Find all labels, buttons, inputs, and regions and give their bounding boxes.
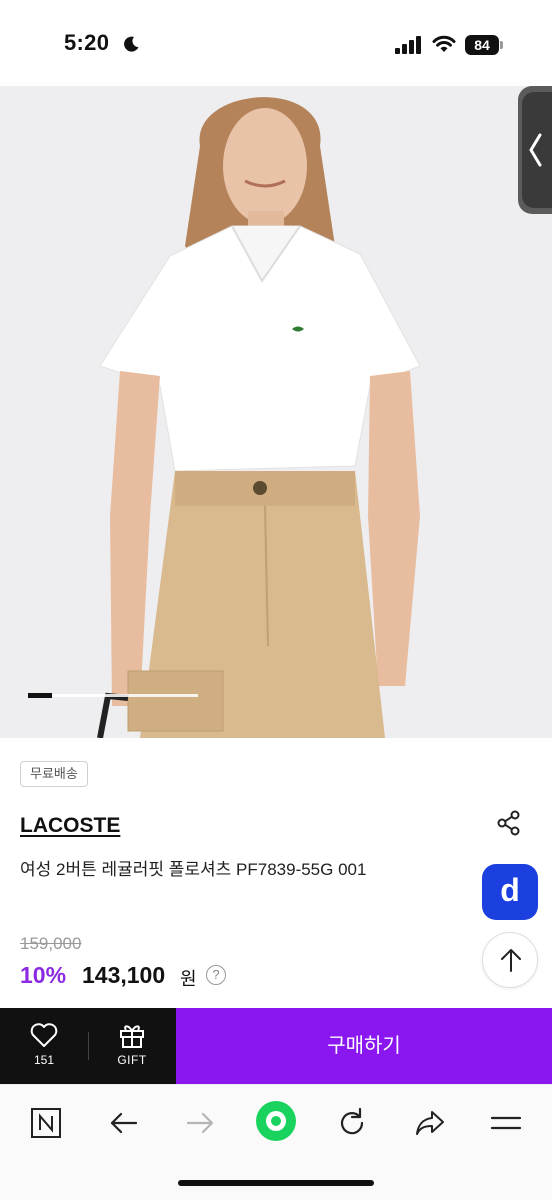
menu-icon[interactable] xyxy=(488,1105,524,1141)
product-page: 5:20 84 무료배송 LACOSTE 여성 2버튼 레귤러핏 폴로셔츠 PF… xyxy=(0,0,552,1200)
back-arrow-icon[interactable] xyxy=(106,1105,142,1141)
original-price: 159,000 xyxy=(20,934,82,953)
sale-price: 143,100 xyxy=(82,962,166,988)
share-icon[interactable] xyxy=(494,808,524,838)
help-icon[interactable]: ? xyxy=(206,965,226,985)
carousel-progress-track xyxy=(28,694,198,697)
app-launch-button[interactable]: d xyxy=(482,864,538,920)
cellular-signal-icon xyxy=(395,36,421,54)
battery-indicator: 84 xyxy=(465,35,503,55)
action-divider xyxy=(88,1032,89,1060)
battery-tip xyxy=(500,41,503,49)
discount-rate: 10% xyxy=(20,962,67,988)
brand-link[interactable]: LACOSTE xyxy=(20,814,120,838)
moon-icon xyxy=(124,36,139,52)
home-indicator xyxy=(178,1180,374,1186)
carousel-progress-fill xyxy=(28,693,52,698)
gift-button[interactable]: GIFT xyxy=(102,1022,162,1078)
home-icon[interactable] xyxy=(256,1101,296,1141)
status-bar: 5:20 84 xyxy=(0,0,552,86)
wifi-icon xyxy=(432,35,456,52)
battery-level: 84 xyxy=(465,35,499,55)
status-time: 5:20 xyxy=(64,30,110,55)
product-name: 여성 2버튼 레귤러핏 폴로셔츠 PF7839-55G 001 xyxy=(20,860,367,879)
chevron-left-icon[interactable] xyxy=(527,132,543,168)
share-arrow-icon[interactable] xyxy=(412,1105,448,1141)
like-button[interactable]: 151 xyxy=(14,1022,74,1078)
refresh-icon[interactable] xyxy=(334,1105,370,1141)
heart-icon xyxy=(30,1023,58,1047)
action-bar-left: 151 GIFT xyxy=(0,1008,176,1084)
gift-label: GIFT xyxy=(117,1053,147,1067)
free-shipping-badge: 무료배송 xyxy=(20,761,88,787)
like-count: 151 xyxy=(33,1053,55,1067)
scroll-top-button[interactable] xyxy=(482,932,538,988)
naver-icon[interactable] xyxy=(28,1105,64,1141)
product-photo xyxy=(0,86,552,738)
product-image-carousel[interactable] xyxy=(0,86,552,738)
action-bar: 151 GIFT 구매하기 xyxy=(0,1008,552,1084)
gift-icon xyxy=(120,1025,144,1048)
buy-button[interactable]: 구매하기 xyxy=(176,1008,552,1084)
arrow-up-icon xyxy=(501,949,521,972)
forward-arrow-icon[interactable] xyxy=(182,1105,218,1141)
price-unit: 원 xyxy=(180,969,197,989)
home-icon-dot xyxy=(271,1116,281,1126)
